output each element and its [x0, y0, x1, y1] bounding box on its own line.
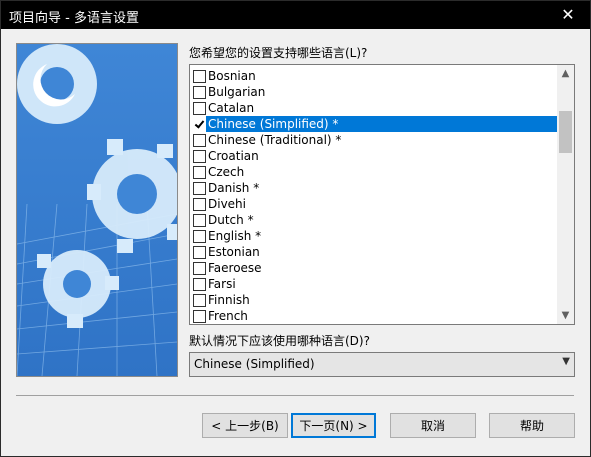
- help-button[interactable]: 帮助: [489, 413, 575, 438]
- language-list[interactable]: ▲ ▼ Bosnian Bulgarian Catalan Chinese (Simp…: [189, 64, 575, 325]
- language-checkbox[interactable]: [193, 70, 206, 83]
- language-label: Croatian: [208, 149, 259, 163]
- language-label: Chinese (Simplified) *: [206, 116, 557, 132]
- language-checkbox[interactable]: [193, 246, 206, 259]
- chevron-down-icon: ▼: [562, 356, 570, 367]
- list-item[interactable]: Dutch *: [190, 212, 556, 228]
- language-label: Bosnian: [208, 69, 256, 83]
- list-item[interactable]: Farsi: [190, 276, 556, 292]
- list-item[interactable]: Czech: [190, 164, 556, 180]
- gears-illustration: [17, 44, 177, 376]
- window-title: 项目向导 - 多语言设置: [9, 11, 139, 26]
- back-button[interactable]: < 上一步(B): [202, 413, 288, 438]
- language-label: Catalan: [208, 101, 255, 115]
- divider: [16, 395, 574, 396]
- wizard-window: 项目向导 - 多语言设置 ✕ 您希望您的设置支持哪些语言(L)? ▲ ▼ Bos…: [0, 0, 591, 457]
- language-label: Czech: [208, 165, 245, 179]
- scroll-thumb[interactable]: [559, 111, 572, 153]
- next-button[interactable]: 下一页(N) >: [291, 413, 376, 438]
- list-item[interactable]: Croatian: [190, 148, 556, 164]
- language-checkbox[interactable]: [193, 150, 206, 163]
- list-item[interactable]: Danish *: [190, 180, 556, 196]
- default-language-value: Chinese (Simplified): [194, 357, 315, 371]
- language-label: Danish *: [208, 181, 260, 195]
- language-label: English *: [208, 229, 262, 243]
- language-label: Dutch *: [208, 213, 254, 227]
- list-item[interactable]: Bulgarian: [190, 84, 556, 100]
- language-checkbox[interactable]: [193, 310, 206, 323]
- language-label: Faeroese: [208, 261, 262, 275]
- close-icon[interactable]: ✕: [546, 1, 590, 29]
- language-checkbox[interactable]: [193, 262, 206, 275]
- language-label: Finnish: [208, 293, 250, 307]
- language-checkbox[interactable]: [193, 294, 206, 307]
- list-scrollbar[interactable]: ▲ ▼: [557, 65, 574, 324]
- list-item[interactable]: French: [190, 308, 556, 324]
- language-checkbox[interactable]: [193, 166, 206, 179]
- language-label: Farsi: [208, 277, 236, 291]
- language-label: Estonian: [208, 245, 260, 259]
- language-label: Bulgarian: [208, 85, 266, 99]
- list-item[interactable]: Finnish: [190, 292, 556, 308]
- wizard-illustration: [16, 43, 178, 377]
- cancel-button[interactable]: 取消: [390, 413, 476, 438]
- list-item[interactable]: Bosnian: [190, 68, 556, 84]
- language-checkbox[interactable]: [193, 198, 206, 211]
- list-item[interactable]: Estonian: [190, 244, 556, 260]
- language-checkbox[interactable]: [193, 86, 206, 99]
- scroll-up-icon[interactable]: ▲: [557, 65, 574, 82]
- list-item[interactable]: Chinese (Simplified) *: [190, 116, 557, 132]
- language-checkbox[interactable]: [193, 102, 206, 115]
- list-item[interactable]: Divehi: [190, 196, 556, 212]
- languages-prompt: 您希望您的设置支持哪些语言(L)?: [189, 46, 368, 60]
- language-label: Divehi: [208, 197, 246, 211]
- language-checkbox[interactable]: [193, 278, 206, 291]
- language-checkbox[interactable]: [193, 214, 206, 227]
- list-item[interactable]: Catalan: [190, 100, 556, 116]
- language-label: Chinese (Traditional) *: [208, 133, 342, 147]
- language-label: French: [208, 309, 248, 323]
- language-checkbox[interactable]: [193, 134, 206, 147]
- list-item[interactable]: Chinese (Traditional) *: [190, 132, 556, 148]
- list-item[interactable]: Faeroese: [190, 260, 556, 276]
- list-item[interactable]: English *: [190, 228, 556, 244]
- default-language-prompt: 默认情况下应该使用哪种语言(D)?: [189, 334, 370, 348]
- title-bar: 项目向导 - 多语言设置 ✕: [1, 1, 590, 29]
- language-checkbox[interactable]: [193, 230, 206, 243]
- language-checkbox[interactable]: [193, 118, 206, 131]
- language-checkbox[interactable]: [193, 182, 206, 195]
- default-language-select[interactable]: Chinese (Simplified) ▼: [189, 352, 575, 377]
- scroll-down-icon[interactable]: ▼: [557, 307, 574, 324]
